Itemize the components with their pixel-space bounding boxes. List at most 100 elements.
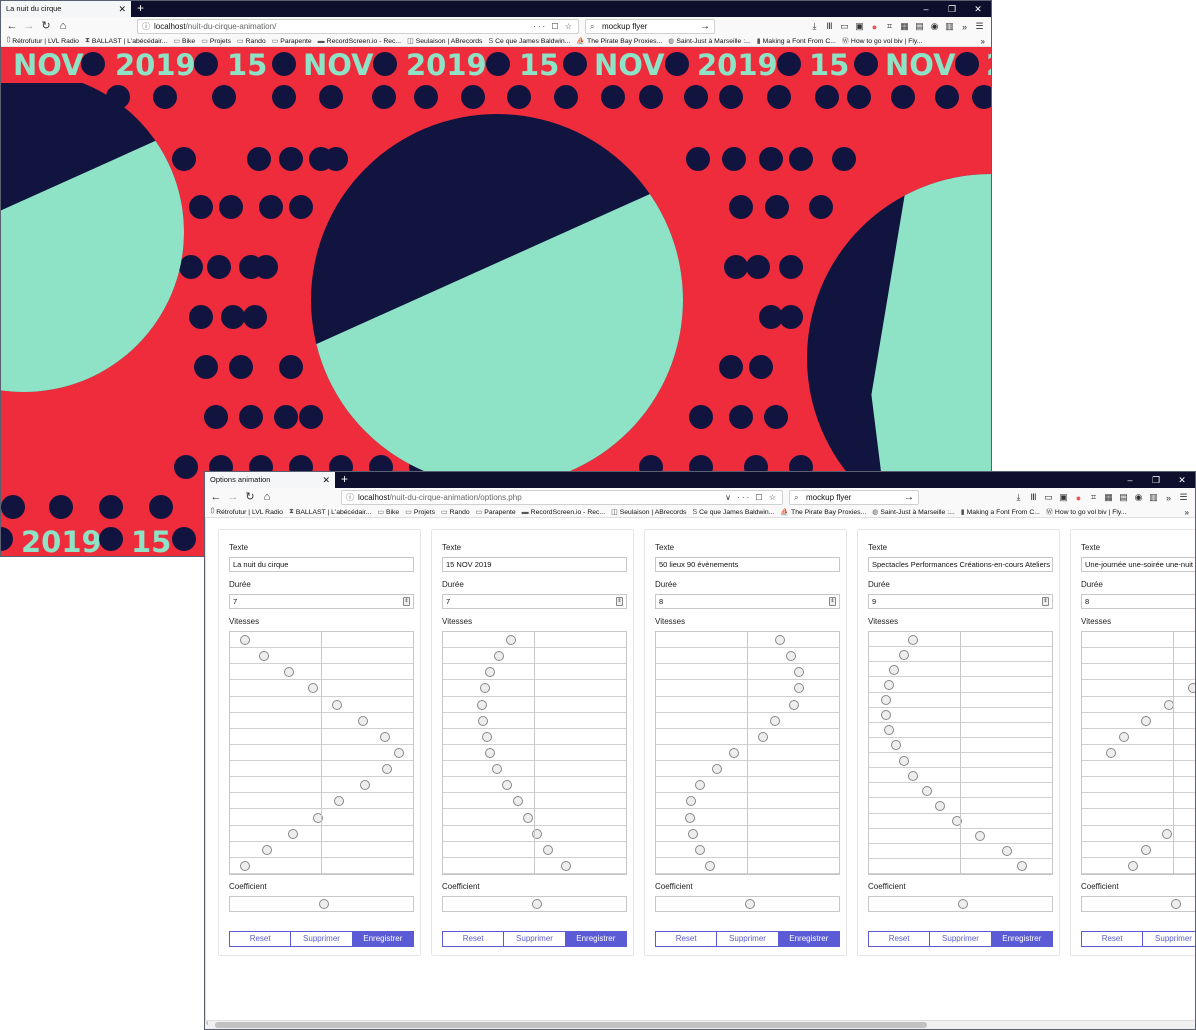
bookmark-item[interactable]: ⧗ BALLAST | L'abécédair... <box>289 508 371 516</box>
reader-icon[interactable]: ▥ <box>942 21 957 32</box>
new-tab-icon[interactable]: + <box>341 472 348 487</box>
speed-slider-row[interactable] <box>1082 761 1195 778</box>
bookmark-item[interactable]: ⛵ The Pirate Bay Proxies... <box>780 508 866 517</box>
site-info-icon[interactable]: ⓘ <box>346 491 354 504</box>
slider-knob[interactable] <box>381 764 392 775</box>
texte-input[interactable]: 15 NOV 2019 <box>442 557 627 572</box>
search-go-icon[interactable]: → <box>700 20 710 33</box>
speed-slider-row[interactable] <box>1082 826 1195 842</box>
library-icon[interactable]: Ⅲ <box>1026 492 1041 503</box>
page-actions-icon[interactable]: ··· ☐ ☆ <box>533 20 574 33</box>
back-icon[interactable]: ← <box>210 488 222 507</box>
reset-button[interactable]: Reset <box>655 931 718 947</box>
speed-slider-row[interactable] <box>1082 697 1195 713</box>
close-window-button[interactable]: ✕ <box>1169 472 1195 488</box>
grid-icon[interactable]: ▦ <box>1101 492 1116 503</box>
slider-knob[interactable] <box>758 731 769 742</box>
duree-input[interactable]: 8⇕ <box>1081 594 1195 609</box>
bookmark-item[interactable]: ▭ Bike <box>377 508 399 517</box>
slider-knob[interactable] <box>239 860 250 871</box>
search-bar[interactable]: ⌕ mockup flyer → <box>585 19 715 34</box>
bookmark-item[interactable]: ▮ Making a Font From C... <box>757 37 836 46</box>
slider-knob[interactable] <box>531 899 542 909</box>
speed-slider-row[interactable] <box>1082 632 1195 649</box>
delete-button[interactable]: Supprimer <box>504 931 566 947</box>
menu-icon[interactable]: ☰ <box>1176 492 1191 503</box>
bookmark-item[interactable]: ▭ Rando <box>441 508 470 517</box>
page-actions-icon[interactable]: ∨ ··· ☐ ☆ <box>725 491 778 504</box>
minimize-button[interactable]: – <box>913 1 939 17</box>
slider-knob[interactable] <box>899 649 910 660</box>
search-bar[interactable]: ⌕ mockup flyer → <box>789 490 919 505</box>
coefficient-slider[interactable] <box>868 896 1053 912</box>
download-icon[interactable]: ⤓ <box>1011 492 1026 503</box>
bookmark-item[interactable]: ▭ Projets <box>201 37 231 46</box>
delete-button[interactable]: Supprimer <box>717 931 779 947</box>
save-button[interactable]: Enregistrer <box>352 931 414 947</box>
speed-slider-row[interactable] <box>1082 664 1195 681</box>
calendar-icon[interactable]: ▤ <box>1116 492 1131 503</box>
slider-knob[interactable] <box>357 715 368 726</box>
url-bar[interactable]: ⓘ localhost/nuit-du-cirque-animation/opt… <box>341 490 783 505</box>
slider-knob[interactable] <box>889 664 900 675</box>
bookmark-item[interactable]: ▭ Parapente <box>476 508 516 517</box>
slider-knob[interactable] <box>890 740 901 751</box>
bookmark-item[interactable]: ▭ Bike <box>173 37 195 46</box>
slider-knob[interactable] <box>694 844 705 855</box>
bookmark-item[interactable]: ⩇ Rétrofutur | LVL Radio <box>211 508 283 516</box>
coefficient-slider[interactable] <box>442 896 627 912</box>
tab-options-animation[interactable]: Options animation ✕ <box>205 472 335 488</box>
speed-slider-row[interactable] <box>1082 793 1195 810</box>
slider-knob[interactable] <box>1170 899 1181 909</box>
minimize-button[interactable]: – <box>1117 472 1143 488</box>
slider-knob[interactable] <box>1119 731 1130 742</box>
duree-input[interactable]: 7 ⇕ <box>442 594 627 609</box>
slider-knob[interactable] <box>359 780 370 791</box>
coefficient-slider[interactable] <box>1081 896 1195 912</box>
slider-knob[interactable] <box>560 860 571 871</box>
bookmarks-overflow-icon[interactable]: » <box>981 36 985 46</box>
slider-knob[interactable] <box>883 679 894 690</box>
bookmark-item[interactable]: ◍ Saint-Just à Marseille :... <box>668 37 751 46</box>
bookmark-item[interactable]: Ⓦ How to go vol biv | Fly... <box>842 36 923 46</box>
reader-icon[interactable]: ▥ <box>1146 492 1161 503</box>
duree-input[interactable]: 7 ⇕ <box>229 594 414 609</box>
speed-slider-row[interactable] <box>1082 648 1195 665</box>
slider-knob[interactable] <box>686 796 697 807</box>
close-tab-icon[interactable]: ✕ <box>322 472 330 488</box>
slider-knob[interactable] <box>481 731 492 742</box>
texte-input[interactable]: 50 lieux 90 évènements <box>655 557 840 572</box>
reset-button[interactable]: Reset <box>442 931 505 947</box>
slider-knob[interactable] <box>284 667 295 678</box>
back-icon[interactable]: ← <box>6 17 18 36</box>
reload-icon[interactable]: ↻ <box>244 488 256 507</box>
slider-knob[interactable] <box>744 899 755 909</box>
bookmark-item[interactable]: ▬ RecordScreen.io - Rec... <box>522 509 605 516</box>
menu-icon[interactable]: ☰ <box>972 21 987 32</box>
speed-slider-row[interactable] <box>1082 777 1195 794</box>
slider-knob[interactable] <box>794 667 805 678</box>
slider-knob[interactable] <box>883 725 894 736</box>
save-button[interactable]: Enregistrer <box>778 931 840 947</box>
slider-knob[interactable] <box>1127 860 1138 871</box>
slider-knob[interactable] <box>492 764 503 775</box>
overflow-icon[interactable]: » <box>957 22 972 32</box>
restore-button[interactable]: ❐ <box>1143 472 1169 488</box>
calendar-icon[interactable]: ▤ <box>912 21 927 32</box>
reset-button[interactable]: Reset <box>229 931 292 947</box>
spinner-icon[interactable]: ⇕ <box>1042 597 1049 606</box>
url-bar[interactable]: ⓘ localhost/nuit-du-cirque-animation/ ··… <box>137 19 579 34</box>
slider-knob[interactable] <box>712 764 722 775</box>
sidebar-icon[interactable]: ▭ <box>837 21 852 32</box>
slider-knob[interactable] <box>393 747 404 758</box>
slider-knob[interactable] <box>880 695 891 706</box>
slider-knob[interactable] <box>957 899 968 909</box>
bookmark-item[interactable]: S Ce que James Baldwin... <box>488 38 570 45</box>
save-button[interactable]: Enregistrer <box>991 931 1053 947</box>
close-window-button[interactable]: ✕ <box>965 1 991 17</box>
slider-knob[interactable] <box>485 747 496 758</box>
bookmark-item[interactable]: ▭ Rando <box>237 37 266 46</box>
slider-knob[interactable] <box>1141 844 1152 855</box>
restore-button[interactable]: ❐ <box>939 1 965 17</box>
new-tab-icon[interactable]: + <box>137 1 144 16</box>
